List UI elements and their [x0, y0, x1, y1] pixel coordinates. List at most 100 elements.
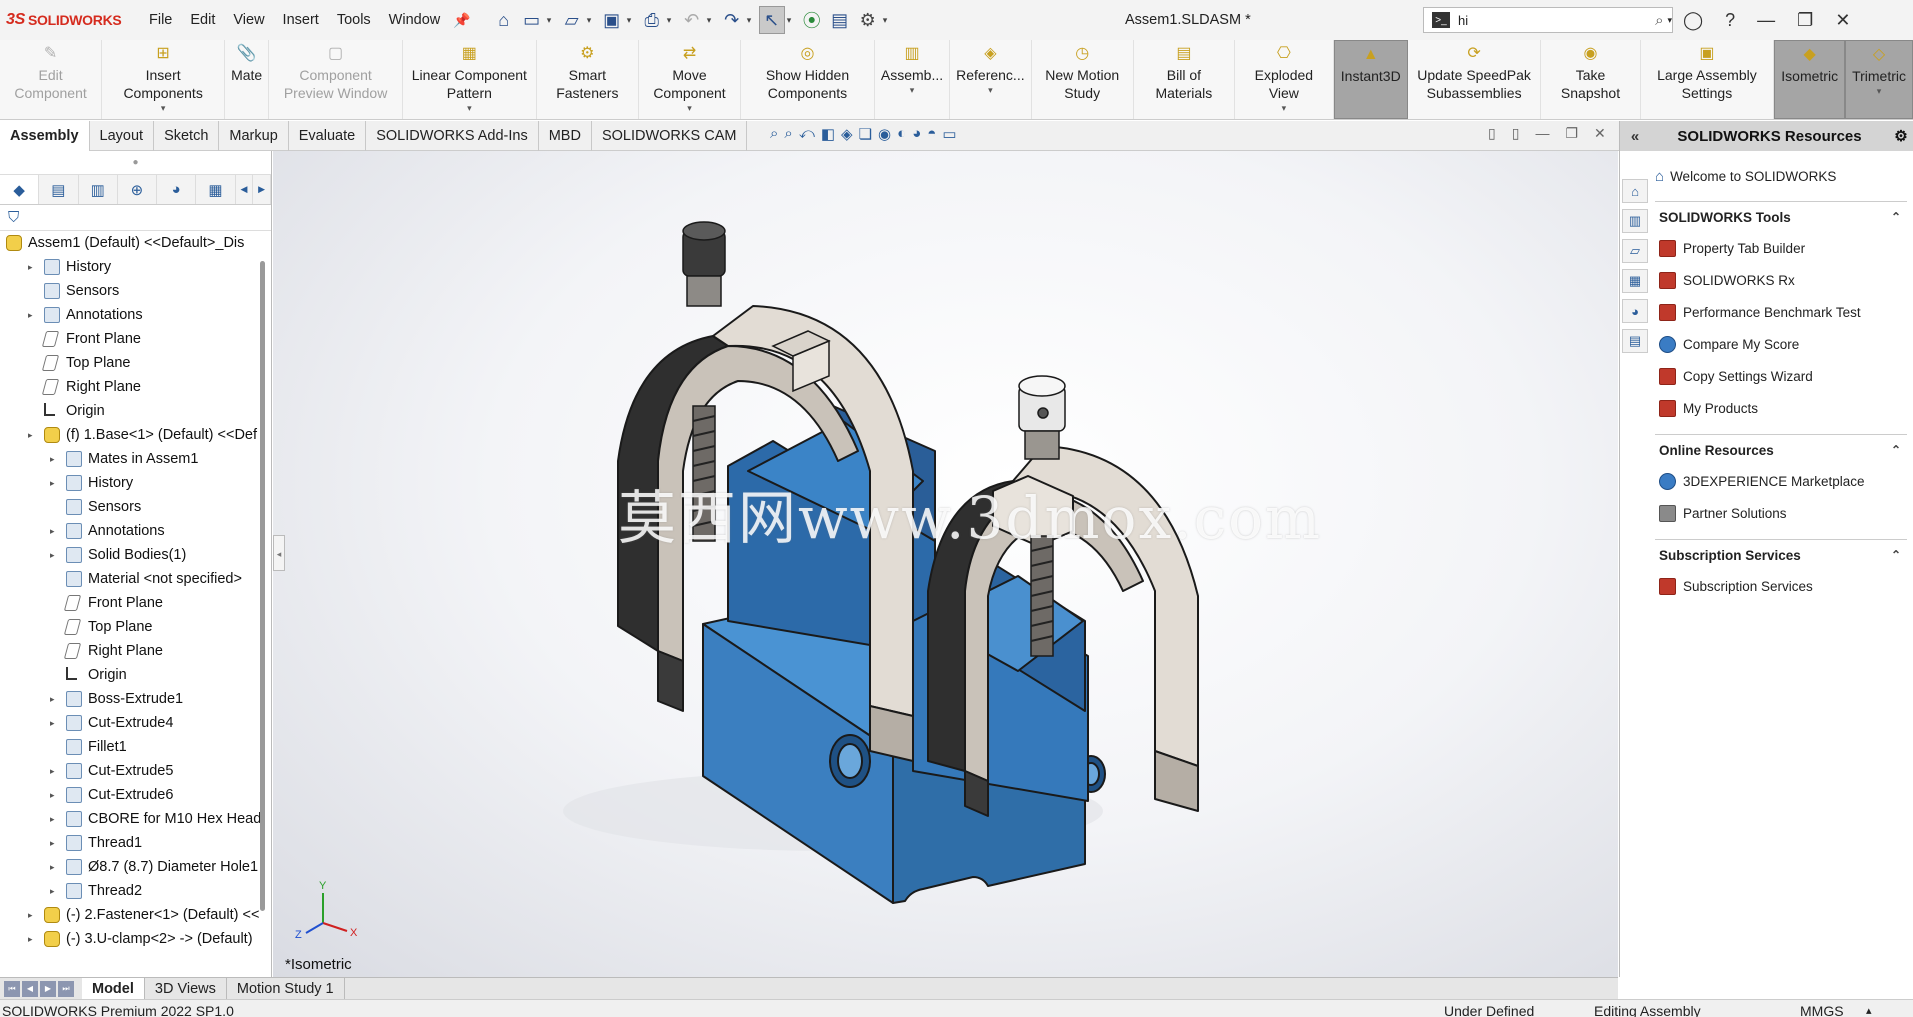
component-preview-window-button[interactable]: ▢ Component Preview Window — [269, 40, 403, 119]
new-document-icon[interactable]: ▭ — [519, 6, 545, 34]
edit-component-button[interactable]: ✎ Edit Component — [0, 40, 103, 119]
search-box[interactable]: >_ hi ⌕ ▾ — [1423, 7, 1673, 33]
instant3d-button[interactable]: ▲ Instant3D — [1333, 40, 1408, 119]
tab-mbd[interactable]: MBD — [539, 121, 592, 151]
tab-solidworks-cam[interactable]: SOLIDWORKS CAM — [592, 121, 748, 151]
expand-arrow-icon[interactable]: ▸ — [50, 687, 62, 711]
large-assembly-settings-button[interactable]: ▣ Large Assembly Settings — [1641, 40, 1775, 119]
view-orientation-icon[interactable]: ❏ — [859, 125, 872, 143]
tab-assembly[interactable]: Assembly — [0, 121, 90, 151]
menu-insert[interactable]: Insert — [274, 0, 328, 40]
resource-performance-benchmark-test[interactable]: Performance Benchmark Test — [1655, 296, 1907, 328]
assemb-button[interactable]: ▥ Assemb... ▾ — [875, 40, 951, 119]
minimize-window-icon[interactable]: — — [1757, 10, 1775, 31]
command-dropdown-icon[interactable]: ▾ — [687, 102, 692, 114]
tree-node[interactable]: ▸ Solid Bodies(1) — [0, 543, 271, 567]
resource-subscription-services[interactable]: Subscription Services — [1655, 570, 1907, 602]
previous-tab-icon[interactable]: ◀ — [22, 980, 38, 997]
search-icon[interactable]: ⌕ — [1655, 12, 1663, 29]
print-dropdown[interactable]: ▾ — [667, 15, 677, 26]
task-pane-settings-icon[interactable]: ⚙ — [1889, 127, 1913, 145]
assembly-model[interactable]: Y X Z — [273, 151, 1618, 977]
edit-appearance-icon[interactable]: ◕ — [912, 125, 921, 143]
resource-solidworks-rx[interactable]: SOLIDWORKS Rx — [1655, 264, 1907, 296]
save-dropdown[interactable]: ▾ — [627, 15, 637, 26]
show-hidden-components-button[interactable]: ◎ Show Hidden Components — [741, 40, 875, 119]
tree-node[interactable]: Front Plane — [0, 327, 271, 351]
pin-icon[interactable]: 📌 — [453, 12, 470, 29]
new-motion-study-button[interactable]: ◷ New Motion Study — [1032, 40, 1134, 119]
expand-arrow-icon[interactable]: ▸ — [50, 831, 62, 855]
search-input[interactable]: hi — [1458, 13, 1655, 28]
tree-node[interactable]: ▸ CBORE for M10 Hex Head — [0, 807, 271, 831]
cam-manager-tab-icon[interactable]: ▦ — [196, 175, 236, 204]
referenc-button[interactable]: ◈ Referenc... ▾ — [950, 40, 1032, 119]
tree-node[interactable]: Sensors — [0, 495, 271, 519]
expand-arrow-icon[interactable]: ▸ — [50, 879, 62, 903]
tab-layout[interactable]: Layout — [90, 121, 155, 151]
tab-sketch[interactable]: Sketch — [154, 121, 220, 151]
open-dropdown[interactable]: ▾ — [587, 15, 597, 26]
expand-arrow-icon[interactable]: ▸ — [50, 855, 62, 879]
dynamic-annotation-icon[interactable]: ◈ — [841, 125, 853, 143]
smart-fasteners-button[interactable]: ⚙ Smart Fasteners — [537, 40, 639, 119]
tabs-scroll-left-icon[interactable]: ◀ — [236, 175, 254, 204]
menu-window[interactable]: Window — [380, 0, 450, 40]
tree-node[interactable]: ▸ Boss-Extrude1 — [0, 687, 271, 711]
tree-node[interactable]: Assem1 (Default) <<Default>_Dis — [0, 231, 271, 255]
exploded-view-button[interactable]: ⎔ Exploded View ▾ — [1235, 40, 1334, 119]
open-folder-icon[interactable]: ▱ — [559, 6, 585, 34]
resources-home-icon[interactable]: ⌂ — [1622, 179, 1648, 203]
view-palette-icon[interactable]: ▦ — [1622, 269, 1648, 293]
view-settings-icon[interactable]: ▭ — [942, 125, 956, 143]
unit-system[interactable]: MMGS — [1800, 1002, 1844, 1017]
tree-node[interactable]: ▸ Cut-Extrude6 — [0, 783, 271, 807]
trimetric-button[interactable]: ◇ Trimetric ▾ — [1845, 40, 1913, 119]
zoom-to-fit-icon[interactable]: ⌕ — [770, 125, 778, 143]
linear-component-pattern-button[interactable]: ▦ Linear Component Pattern ▾ — [403, 40, 537, 119]
doc-restore-icon[interactable]: ❐ — [1565, 125, 1578, 142]
command-dropdown-icon[interactable]: ▾ — [161, 102, 166, 114]
property-manager-tab-icon[interactable]: ▤ — [39, 175, 79, 204]
tree-node[interactable]: ▸ (-) 3.U-clamp<2> -> (Default) — [0, 927, 271, 951]
print-icon[interactable]: ⎙ — [639, 6, 665, 34]
expand-arrow-icon[interactable]: ▸ — [28, 423, 40, 447]
close-window-icon[interactable]: ✕ — [1835, 10, 1850, 31]
tree-node[interactable]: ▸ History — [0, 255, 271, 279]
apply-scene-icon[interactable]: ◓ — [927, 125, 936, 143]
doc-close-icon[interactable]: ✕ — [1594, 125, 1606, 142]
tree-node[interactable]: Top Plane — [0, 615, 271, 639]
collapse-task-pane-icon[interactable]: « — [1620, 128, 1650, 145]
isometric-button[interactable]: ◆ Isometric — [1774, 40, 1846, 119]
tree-node[interactable]: ▸ Annotations — [0, 519, 271, 543]
next-tab-icon[interactable]: ▶ — [40, 980, 56, 997]
tree-node[interactable]: ▸ Cut-Extrude4 — [0, 711, 271, 735]
tabs-scroll-right-icon[interactable]: ▶ — [253, 175, 271, 204]
section-view-icon[interactable]: ◧ — [821, 125, 835, 143]
undo-dropdown[interactable]: ▾ — [707, 15, 717, 26]
command-dropdown-icon[interactable]: ▾ — [1877, 85, 1882, 97]
units-dropdown-icon[interactable]: ▴ — [1866, 1002, 1872, 1017]
expand-arrow-icon[interactable]: ▸ — [50, 759, 62, 783]
tree-node[interactable]: ▸ Cut-Extrude5 — [0, 759, 271, 783]
tree-node[interactable]: Sensors — [0, 279, 271, 303]
file-explorer-icon[interactable]: ▱ — [1622, 239, 1648, 263]
rebuild-traffic-light-icon[interactable]: ⦿ — [799, 6, 825, 34]
update-speedpak-subassemblies-button[interactable]: ⟳ Update SpeedPak Subassemblies — [1408, 40, 1542, 119]
dimxpert-manager-tab-icon[interactable]: ⊕ — [118, 175, 158, 204]
resource-compare-my-score[interactable]: Compare My Score — [1655, 328, 1907, 360]
move-component-button[interactable]: ⇄ Move Component ▾ — [639, 40, 742, 119]
new-dropdown[interactable]: ▾ — [547, 15, 557, 26]
tile-left-icon[interactable]: ▯ — [1488, 125, 1496, 142]
options-dropdown[interactable]: ▾ — [883, 15, 893, 26]
options-gear-icon[interactable]: ⚙ — [855, 6, 881, 34]
restore-window-icon[interactable]: ❐ — [1797, 10, 1813, 31]
tree-node[interactable]: ▸ (f) 1.Base<1> (Default) <<Def — [0, 423, 271, 447]
welcome-link[interactable]: ⌂ Welcome to SOLIDWORKS — [1655, 161, 1907, 191]
redo-dropdown[interactable]: ▾ — [747, 15, 757, 26]
bottom-tab-model[interactable]: Model — [82, 977, 145, 1000]
undo-icon[interactable]: ↶ — [679, 6, 705, 34]
command-dropdown-icon[interactable]: ▾ — [467, 102, 472, 114]
resource-my-products[interactable]: My Products — [1655, 392, 1907, 424]
previous-view-icon[interactable]: ⤺ — [799, 125, 815, 143]
